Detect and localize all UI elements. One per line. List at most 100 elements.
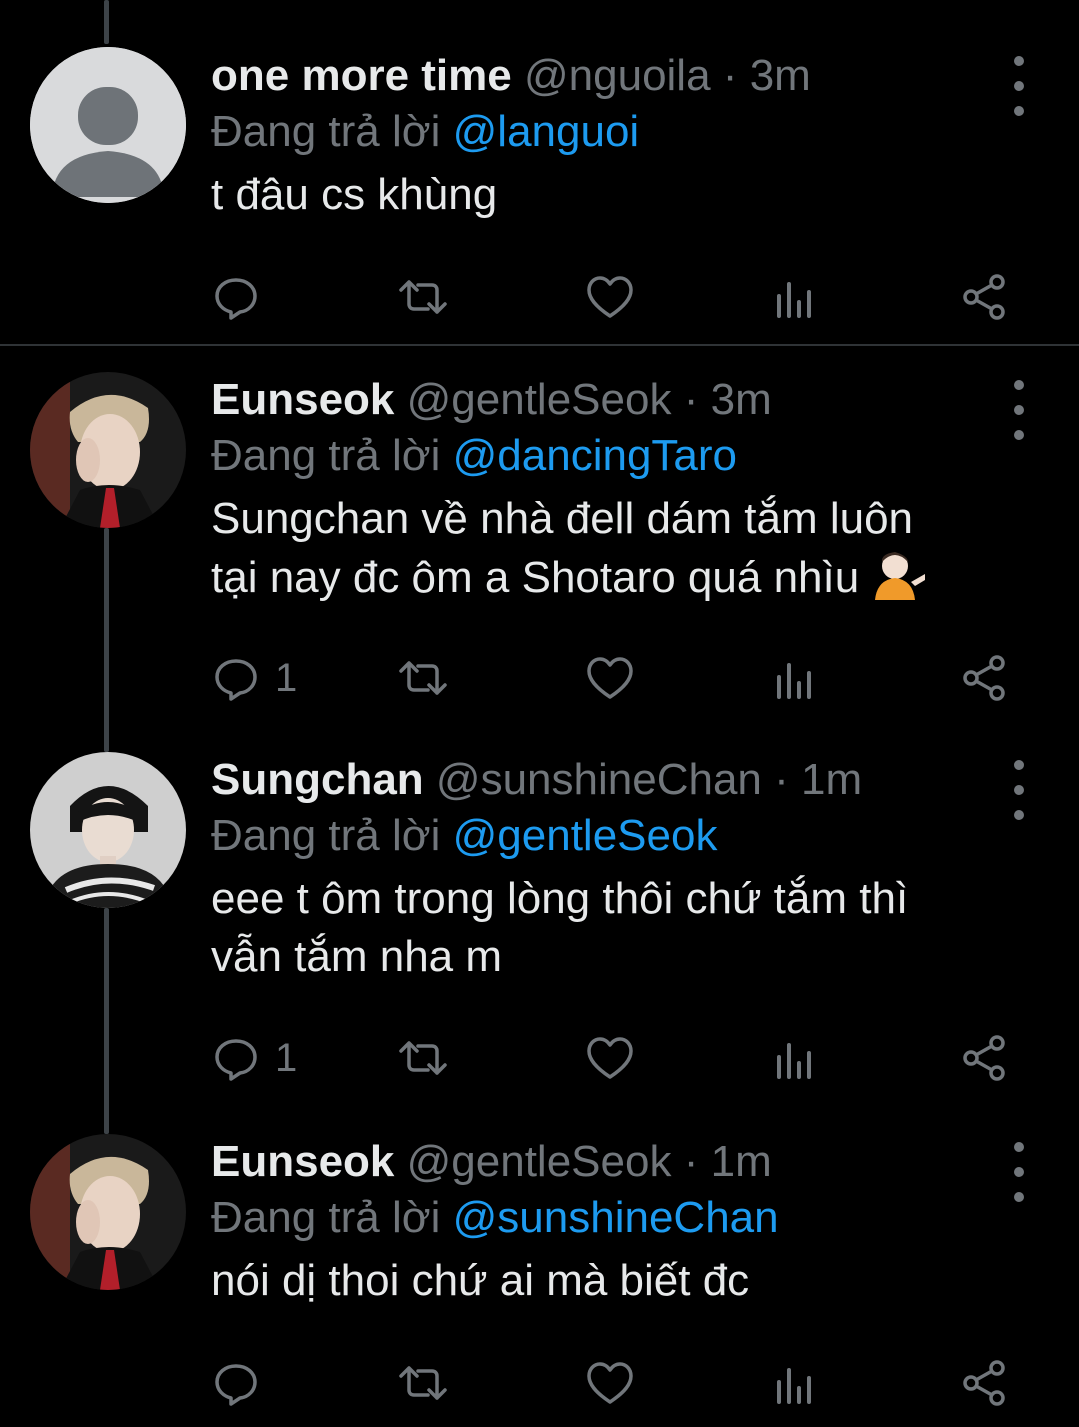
reply-icon xyxy=(215,1364,257,1406)
tweet-text: Sungchan về nhà đell dám tắm luôn tại na… xyxy=(211,490,1009,607)
handle[interactable]: @gentleSeok xyxy=(407,375,672,424)
person-tipping-hand-emoji xyxy=(871,548,927,600)
views-button[interactable] xyxy=(771,1358,815,1408)
handle[interactable]: @gentleSeok xyxy=(407,1137,672,1186)
reply-button[interactable]: 1 xyxy=(211,653,297,703)
heart-icon xyxy=(587,657,633,699)
replying-to-label: Đang trả lời xyxy=(211,1193,441,1242)
tweet-text-line: nói dị thoi chứ ai mà biết đc xyxy=(211,1256,750,1305)
action-bar xyxy=(211,272,1011,322)
timestamp[interactable]: 1m xyxy=(801,755,862,804)
timestamp[interactable]: 1m xyxy=(711,1137,772,1186)
share-button[interactable] xyxy=(959,272,1009,322)
tweet-text-line: Sungchan về nhà đell dám tắm luôn xyxy=(211,494,914,543)
photo-avatar-icon xyxy=(30,372,186,528)
share-icon xyxy=(963,1360,1005,1406)
handle[interactable]: @sunshineChan xyxy=(436,755,762,804)
replying-to-label: Đang trả lời xyxy=(211,431,441,480)
views-icon xyxy=(777,663,811,699)
avatar[interactable] xyxy=(30,1134,186,1290)
action-bar xyxy=(211,1358,1011,1408)
tweet-header: Eunseok @gentleSeok · 3m xyxy=(211,372,1009,428)
replying-to: Đang trả lời @gentleSeok xyxy=(211,808,1009,864)
display-name[interactable]: Eunseok xyxy=(211,1137,394,1186)
reply-count: 1 xyxy=(275,1036,298,1080)
share-button[interactable] xyxy=(959,1358,1009,1408)
reply-icon xyxy=(215,659,257,701)
avatar[interactable] xyxy=(30,372,186,528)
tweet-text: eee t ôm trong lòng thôi chứ tắm thì vẫn… xyxy=(211,870,1009,986)
handle[interactable]: @nguoila xyxy=(524,51,711,100)
timestamp[interactable]: 3m xyxy=(750,51,811,100)
more-options-button[interactable] xyxy=(1007,1142,1031,1202)
replying-to-label: Đang trả lời xyxy=(211,107,441,156)
share-button[interactable] xyxy=(959,1033,1009,1083)
photo-avatar-icon xyxy=(30,752,186,908)
views-icon xyxy=(777,1043,811,1079)
like-button[interactable] xyxy=(585,1033,635,1083)
heart-icon xyxy=(587,1362,633,1404)
tweet-text-line: eee t ôm trong lòng thôi chứ tắm thì xyxy=(211,874,909,923)
more-options-button[interactable] xyxy=(1007,760,1031,820)
views-button[interactable] xyxy=(771,1033,815,1083)
retweet-button[interactable] xyxy=(395,272,451,322)
action-bar: 1 xyxy=(211,1033,1011,1083)
separator: · xyxy=(683,1137,699,1186)
reply-button[interactable]: 1 xyxy=(211,1033,297,1083)
tweet[interactable]: one more time @nguoila · 3m Đang trả lời… xyxy=(0,0,1079,344)
separator: · xyxy=(722,51,738,100)
photo-avatar-icon xyxy=(30,1134,186,1290)
views-button[interactable] xyxy=(771,272,815,322)
separator: · xyxy=(683,375,699,424)
like-button[interactable] xyxy=(585,1358,635,1408)
views-icon xyxy=(777,1368,811,1404)
tweet-text-line: tại nay đc ôm a Shotaro quá nhìu xyxy=(211,553,860,602)
share-icon xyxy=(963,1035,1005,1081)
retweet-button[interactable] xyxy=(395,1033,451,1083)
tweet[interactable]: Eunseok @gentleSeok · 3m Đang trả lời @d… xyxy=(0,346,1079,726)
timestamp[interactable]: 3m xyxy=(711,375,772,424)
more-options-button[interactable] xyxy=(1007,56,1031,116)
tweet-text: nói dị thoi chứ ai mà biết đc xyxy=(211,1252,1009,1310)
reply-button[interactable] xyxy=(211,272,275,322)
views-button[interactable] xyxy=(771,653,815,703)
mention-link[interactable]: @gentleSeok xyxy=(453,811,718,860)
reply-icon xyxy=(215,1039,257,1081)
tweet-text-line: t đâu cs khùng xyxy=(211,170,498,219)
retweet-icon xyxy=(399,280,447,314)
display-name[interactable]: Eunseok xyxy=(211,375,394,424)
display-name[interactable]: one more time xyxy=(211,51,512,100)
heart-icon xyxy=(587,276,633,318)
share-button[interactable] xyxy=(959,653,1009,703)
tweet-text: t đâu cs khùng xyxy=(211,166,1009,224)
mention-link[interactable]: @dancingTaro xyxy=(453,431,737,480)
retweet-icon xyxy=(399,1041,447,1075)
retweet-icon xyxy=(399,661,447,695)
action-bar: 1 xyxy=(211,653,1011,703)
avatar[interactable] xyxy=(30,752,186,908)
share-icon xyxy=(963,655,1005,701)
views-icon xyxy=(777,282,811,318)
tweet-text-line-with-emoji: tại nay đc ôm a Shotaro quá nhìu xyxy=(211,548,1009,607)
more-options-button[interactable] xyxy=(1007,380,1031,440)
separator: · xyxy=(774,755,789,804)
tweet-text-line: vẫn tắm nha m xyxy=(211,932,503,981)
replying-to: Đang trả lời @languoi xyxy=(211,104,1009,160)
retweet-button[interactable] xyxy=(395,1358,451,1408)
default-avatar-icon xyxy=(30,47,186,203)
avatar[interactable] xyxy=(30,47,186,203)
mention-link[interactable]: @languoi xyxy=(453,107,640,156)
retweet-button[interactable] xyxy=(395,653,451,703)
mention-link[interactable]: @sunshineChan xyxy=(453,1193,779,1242)
replying-to-label: Đang trả lời xyxy=(211,811,441,860)
like-button[interactable] xyxy=(585,653,635,703)
tweet[interactable]: Sungchan @sunshineChan · 1m Đang trả lời… xyxy=(0,726,1079,1106)
like-button[interactable] xyxy=(585,272,635,322)
replying-to: Đang trả lời @sunshineChan xyxy=(211,1190,1009,1246)
reply-button[interactable] xyxy=(211,1358,275,1408)
tweet-header: Sungchan @sunshineChan · 1m xyxy=(211,752,1009,808)
tweet[interactable]: Eunseok @gentleSeok · 1m Đang trả lời @s… xyxy=(0,1106,1079,1427)
replying-to: Đang trả lời @dancingTaro xyxy=(211,428,1009,484)
reply-count: 1 xyxy=(275,656,298,700)
display-name[interactable]: Sungchan xyxy=(211,755,424,804)
